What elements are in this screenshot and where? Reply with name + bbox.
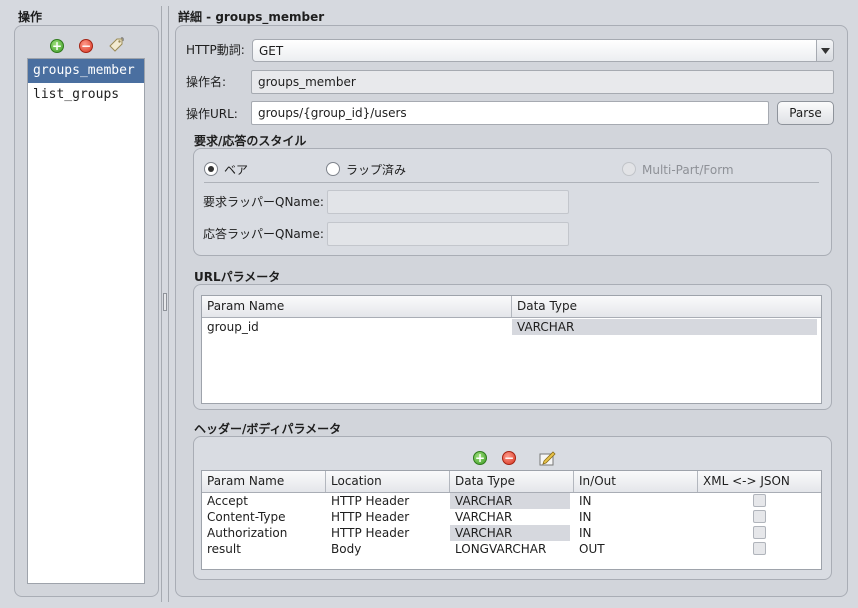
op-url-value: groups/{group_id}/users <box>258 106 407 120</box>
request-wrapper-label: 要求ラッパーQName: <box>203 195 324 209</box>
op-name-label: 操作名: <box>186 75 227 89</box>
table-cell: Accept <box>207 494 248 508</box>
url-params-table: Param Name Data Type group_id VARCHAR <box>201 295 822 404</box>
table-cell: HTTP Header <box>331 494 410 508</box>
http-method-label: HTTP動詞: <box>186 43 245 57</box>
column-header[interactable]: In/Out <box>574 471 698 492</box>
edit-icon[interactable] <box>539 450 557 466</box>
response-wrapper-label: 応答ラッパーQName: <box>203 227 324 241</box>
divider <box>204 182 819 183</box>
table-cell: VARCHAR <box>455 510 513 524</box>
table-cell: IN <box>579 526 592 540</box>
minus-icon[interactable]: − <box>502 451 516 465</box>
radio-multipart[interactable] <box>622 162 636 176</box>
table-cell: VARCHAR <box>450 493 570 509</box>
plus-icon[interactable]: + <box>473 451 487 465</box>
splitter-line-right <box>168 6 169 602</box>
radio-bare-label: ベア <box>224 163 249 177</box>
left-panel-title: 操作 <box>18 10 43 24</box>
table-cell: HTTP Header <box>331 510 410 524</box>
response-wrapper-field[interactable] <box>327 222 569 246</box>
tag-icon[interactable] <box>107 37 125 53</box>
table-cell: Body <box>331 542 362 556</box>
op-name-value: groups_member <box>258 75 356 89</box>
http-method-select[interactable]: GET <box>252 39 834 62</box>
minus-icon[interactable]: − <box>79 39 93 53</box>
parse-button[interactable]: Parse <box>777 101 834 125</box>
op-url-input[interactable]: groups/{group_id}/users <box>251 101 769 125</box>
table-header: Param Name Data Type <box>202 296 821 318</box>
splitter-handle[interactable] <box>163 293 167 311</box>
column-header[interactable]: Data Type <box>512 296 821 317</box>
table-cell: VARCHAR <box>512 319 817 335</box>
table-cell: IN <box>579 494 592 508</box>
table-cell: Authorization <box>207 526 288 540</box>
table-cell: Content-Type <box>207 510 286 524</box>
table-cell: LONGVARCHAR <box>455 542 547 556</box>
chevron-down-icon[interactable] <box>816 40 833 61</box>
op-name-field[interactable]: groups_member <box>251 70 834 94</box>
column-header[interactable]: XML <-> JSON <box>698 471 821 492</box>
table-cell: result <box>207 542 241 556</box>
radio-wrapped-label: ラップ済み <box>346 163 407 177</box>
detail-title: 詳細 - groups_member <box>178 10 325 24</box>
xml-json-checkbox[interactable] <box>753 526 766 539</box>
xml-json-checkbox[interactable] <box>753 494 766 507</box>
op-url-label: 操作URL: <box>186 107 238 121</box>
table-cell: group_id <box>207 320 259 334</box>
radio-multipart-label: Multi-Part/Form <box>642 163 734 177</box>
http-method-value: GET <box>259 44 284 58</box>
column-header[interactable]: Location <box>326 471 450 492</box>
table-cell: VARCHAR <box>450 525 570 541</box>
request-wrapper-field[interactable] <box>327 190 569 214</box>
table-header: Param Name Location Data Type In/Out XML… <box>202 471 821 493</box>
style-section-title: 要求/応答のスタイル <box>194 134 307 148</box>
column-header[interactable]: Data Type <box>450 471 574 492</box>
table-cell: OUT <box>579 542 605 556</box>
table-cell: IN <box>579 510 592 524</box>
operations-list: groups_member list_groups <box>27 58 145 584</box>
splitter-line-left <box>161 6 162 602</box>
column-header[interactable]: Param Name <box>202 296 512 317</box>
table-cell: HTTP Header <box>331 526 410 540</box>
header-body-params-title: ヘッダー/ボディパラメータ <box>194 422 342 436</box>
header-body-params-table: Param Name Location Data Type In/Out XML… <box>201 470 822 570</box>
column-header[interactable]: Param Name <box>202 471 326 492</box>
xml-json-checkbox[interactable] <box>753 542 766 555</box>
url-params-title: URLパラメータ <box>194 270 281 284</box>
list-item[interactable]: list_groups <box>28 83 144 107</box>
list-item[interactable]: groups_member <box>28 59 144 83</box>
xml-json-checkbox[interactable] <box>753 510 766 523</box>
radio-wrapped[interactable] <box>326 162 340 176</box>
plus-icon[interactable]: + <box>50 39 64 53</box>
radio-bare[interactable] <box>204 162 218 176</box>
